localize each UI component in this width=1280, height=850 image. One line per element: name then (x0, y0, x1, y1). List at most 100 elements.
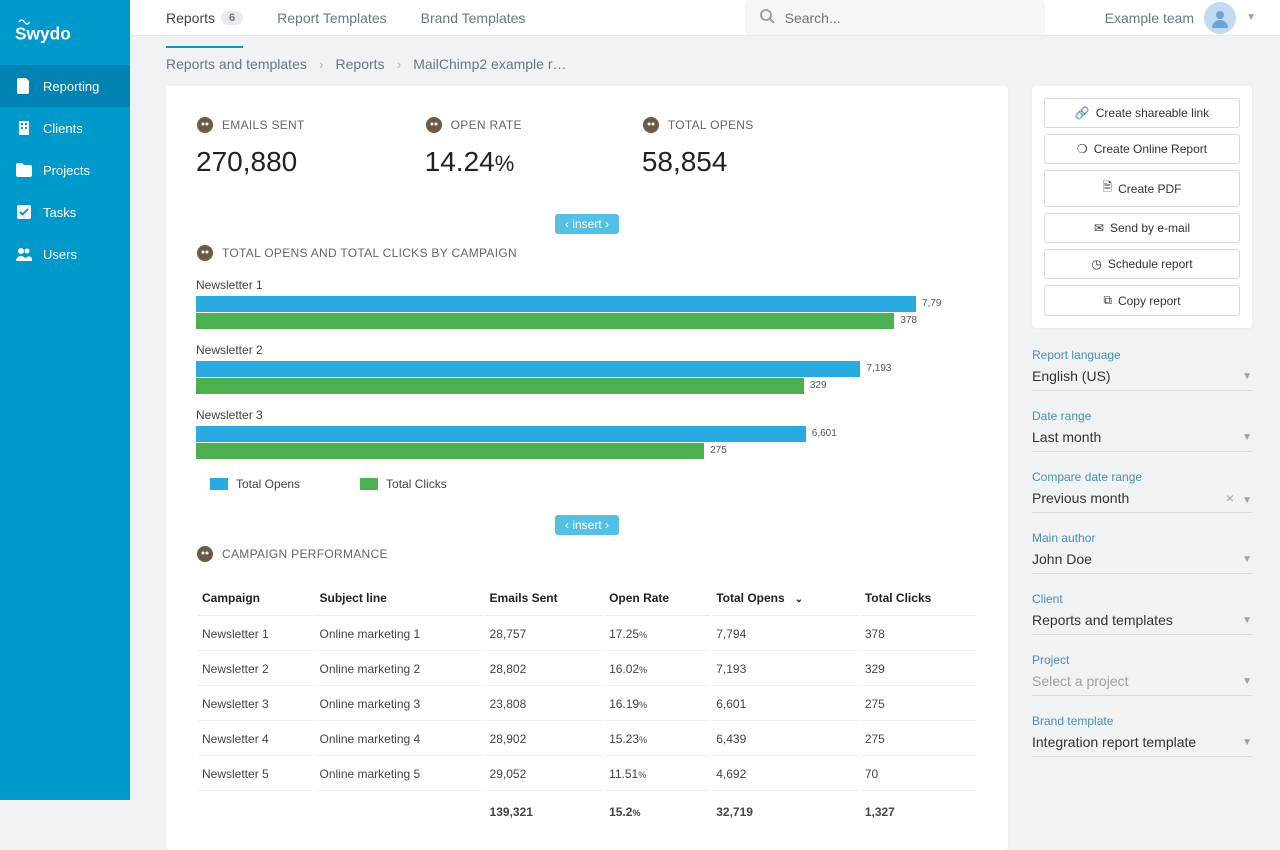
sidebar-item-label: Tasks (43, 205, 76, 220)
field-label: Client (1032, 592, 1252, 606)
copy-icon: ⧉ (1103, 293, 1112, 308)
link-icon: 🔗 (1075, 106, 1090, 120)
right-panel: 🔗Create shareable link ❍Create Online Re… (1032, 86, 1252, 850)
mailchimp-icon (196, 116, 214, 134)
section-title: CAMPAIGN PERFORMANCE (222, 547, 388, 561)
create-shareable-link-button[interactable]: 🔗Create shareable link (1044, 98, 1240, 128)
tab-brand-templates[interactable]: Brand Templates (421, 10, 526, 26)
sidebar: Swydo Reporting Clients Projects Tasks U… (0, 0, 130, 800)
campaign-performance-table: CampaignSubject lineEmails SentOpen Rate… (196, 579, 978, 830)
sidebar-item-label: Projects (43, 163, 90, 178)
breadcrumb-link[interactable]: Reports (336, 56, 385, 72)
table-row[interactable]: Newsletter 4Online marketing 428,90215.2… (198, 723, 976, 756)
avatar (1204, 2, 1236, 34)
table-cell: 16.02% (605, 653, 710, 686)
topbar: Reports 6 Report Templates Brand Templat… (130, 0, 1280, 36)
table-cell: 7,794 (712, 618, 859, 651)
language-select[interactable]: English (US)▼ (1032, 368, 1252, 391)
reports-count-badge: 6 (221, 11, 243, 25)
clear-icon[interactable]: × (1226, 490, 1234, 506)
file-icon (15, 77, 33, 95)
compare-range-select[interactable]: Previous month×▼ (1032, 490, 1252, 513)
bar-clicks (196, 313, 894, 329)
client-select[interactable]: Reports and templates▼ (1032, 612, 1252, 635)
users-icon (15, 245, 33, 263)
bar-value-label: 329 (810, 380, 827, 391)
table-cell: Newsletter 4 (198, 723, 313, 756)
create-online-report-button[interactable]: ❍Create Online Report (1044, 134, 1240, 164)
bar-clicks (196, 378, 804, 394)
field-label: Brand template (1032, 714, 1252, 728)
table-row[interactable]: Newsletter 5Online marketing 529,05211.5… (198, 758, 976, 791)
table-cell: Newsletter 2 (198, 653, 313, 686)
sidebar-item-projects[interactable]: Projects (0, 149, 130, 191)
insert-widget-button[interactable]: ‹ insert › (555, 515, 619, 535)
sidebar-item-label: Reporting (43, 79, 99, 94)
sidebar-item-users[interactable]: Users (0, 233, 130, 275)
sidebar-item-tasks[interactable]: Tasks (0, 191, 130, 233)
date-range-select[interactable]: Last month▼ (1032, 429, 1252, 452)
copy-report-button[interactable]: ⧉Copy report (1044, 285, 1240, 316)
table-cell: 7,193 (712, 653, 859, 686)
bar-clicks (196, 443, 704, 459)
table-cell: Newsletter 1 (198, 618, 313, 651)
sidebar-item-clients[interactable]: Clients (0, 107, 130, 149)
table-cell: 17.25% (605, 618, 710, 651)
table-total-cell: 139,321 (486, 793, 604, 828)
table-header[interactable]: Campaign (198, 581, 313, 616)
table-cell: 70 (861, 758, 976, 791)
mailchimp-icon (425, 116, 443, 134)
table-header[interactable]: Emails Sent (486, 581, 604, 616)
bar-value-label: 6,601 (812, 428, 837, 439)
author-select[interactable]: John Doe▼ (1032, 551, 1252, 574)
table-row[interactable]: Newsletter 1Online marketing 128,75717.2… (198, 618, 976, 651)
chevron-down-icon: ▼ (1242, 371, 1252, 382)
table-cell: 16.19% (605, 688, 710, 721)
create-pdf-button[interactable]: 🗎Create PDF (1044, 170, 1240, 207)
brand-logo[interactable]: Swydo (0, 0, 130, 65)
section-title: TOTAL OPENS AND TOTAL CLICKS BY CAMPAIGN (222, 246, 517, 260)
table-header[interactable]: Open Rate (605, 581, 710, 616)
table-cell: 275 (861, 688, 976, 721)
table-header[interactable]: Total Opens ⌄ (712, 581, 859, 616)
bar-value-label: 7,79 (922, 298, 941, 309)
table-cell: 4,692 (712, 758, 859, 791)
brand-template-select[interactable]: Integration report template▼ (1032, 734, 1252, 757)
insert-widget-button[interactable]: ‹ insert › (555, 214, 619, 234)
report-card: EMAILS SENT 270,880 OPEN RATE 14.24% (166, 86, 1008, 850)
team-menu[interactable]: Example team ▼ (1105, 2, 1256, 34)
table-total-cell: 32,719 (712, 793, 859, 828)
folder-icon (15, 161, 33, 179)
project-select[interactable]: Select a project▼ (1032, 673, 1252, 696)
table-total-cell: 15.2% (605, 793, 710, 828)
table-header[interactable]: Total Clicks (861, 581, 976, 616)
breadcrumb-link[interactable]: Reports and templates (166, 56, 307, 72)
table-cell: Online marketing 3 (315, 688, 483, 721)
table-header[interactable]: Subject line (315, 581, 483, 616)
chevron-down-icon: ▼ (1246, 12, 1256, 23)
chevron-down-icon: ▼ (1242, 495, 1252, 506)
send-email-button[interactable]: ✉Send by e-mail (1044, 213, 1240, 243)
table-cell: 6,601 (712, 688, 859, 721)
svg-text:Swydo: Swydo (15, 23, 71, 43)
field-label: Report language (1032, 348, 1252, 362)
search-input-wrap[interactable] (745, 0, 1045, 35)
bar-opens (196, 426, 806, 442)
chevron-right-icon: › (397, 56, 402, 72)
bar-value-label: 275 (710, 445, 727, 456)
breadcrumb-current: MailChimp2 example r… (413, 56, 566, 72)
table-row[interactable]: Newsletter 2Online marketing 228,80216.0… (198, 653, 976, 686)
chart-category-label: Newsletter 1 (196, 278, 978, 292)
bar-value-label: 7,193 (866, 363, 891, 374)
table-row[interactable]: Newsletter 3Online marketing 323,80816.1… (198, 688, 976, 721)
globe-icon: ❍ (1077, 142, 1088, 156)
table-total-cell: 1,327 (861, 793, 976, 828)
table-cell: Newsletter 5 (198, 758, 313, 791)
search-input[interactable] (785, 10, 1031, 26)
mailchimp-icon (196, 244, 214, 262)
table-cell: 378 (861, 618, 976, 651)
tab-report-templates[interactable]: Report Templates (277, 10, 386, 26)
sidebar-item-reporting[interactable]: Reporting (0, 65, 130, 107)
table-cell: 329 (861, 653, 976, 686)
schedule-report-button[interactable]: ◷Schedule report (1044, 249, 1240, 279)
